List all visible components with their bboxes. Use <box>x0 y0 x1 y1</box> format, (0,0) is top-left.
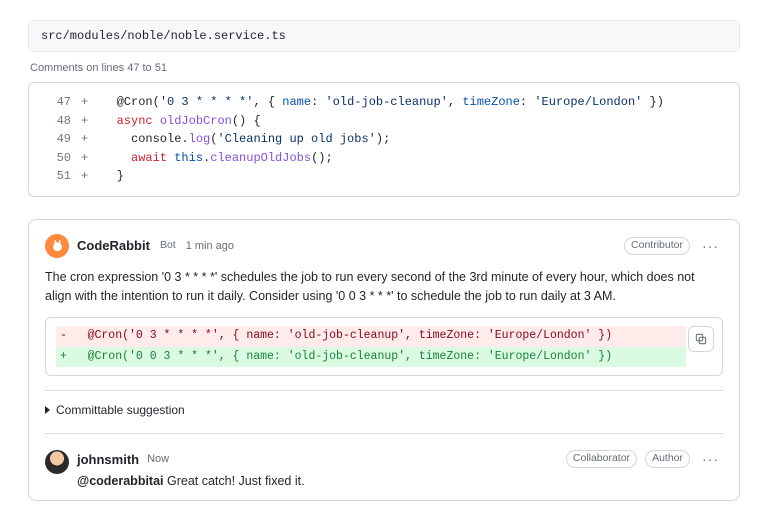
code-line: 50+ await this.cleanupOldJobs(); <box>37 149 731 168</box>
review-card: CodeRabbit Bot 1 min ago Contributor ···… <box>28 219 740 501</box>
diff-added-line: + @Cron('0 0 3 * * *', { name: 'old-job-… <box>56 347 686 367</box>
reply-mention[interactable]: @coderabbitai <box>77 474 164 488</box>
file-path: src/modules/noble/noble.service.ts <box>41 29 286 43</box>
code-line: 51+ } <box>37 167 731 186</box>
divider <box>45 390 723 391</box>
copy-icon <box>694 332 708 346</box>
review-header: CodeRabbit Bot 1 min ago Contributor ··· <box>45 234 723 258</box>
file-path-header[interactable]: src/modules/noble/noble.service.ts <box>28 20 740 52</box>
collaborator-badge: Collaborator <box>566 450 637 468</box>
caret-right-icon <box>45 406 50 414</box>
diff-deleted-line: - @Cron('0 3 * * * *', { name: 'old-job-… <box>56 326 686 346</box>
code-line: 49+ console.log('Cleaning up old jobs'); <box>37 130 731 149</box>
review-body-text: The cron expression '0 3 * * * *' schedu… <box>45 268 723 306</box>
reply-body: @coderabbitai Great catch! Just fixed it… <box>77 474 723 488</box>
code-line: 48+ async oldJobCron() { <box>37 112 731 131</box>
bot-badge: Bot <box>158 239 178 253</box>
comment-range-label: Comments on lines 47 to 51 <box>30 62 738 74</box>
review-timestamp: 1 min ago <box>186 240 234 252</box>
committable-suggestion-toggle[interactable]: Committable suggestion <box>45 403 723 417</box>
reply-timestamp: Now <box>147 453 169 465</box>
user-avatar[interactable] <box>45 450 69 474</box>
reply-author[interactable]: johnsmith <box>77 452 139 467</box>
reply-more-button[interactable]: ··· <box>698 451 723 467</box>
committable-label: Committable suggestion <box>56 403 185 417</box>
copy-suggestion-button[interactable] <box>688 326 714 352</box>
reply-comment: johnsmith Now Collaborator Author ··· @c… <box>45 446 723 488</box>
code-diff-block: 47+ @Cron('0 3 * * * *', { name: 'old-jo… <box>28 82 740 197</box>
code-line: 47+ @Cron('0 3 * * * *', { name: 'old-jo… <box>37 93 731 112</box>
reply-header: johnsmith Now Collaborator Author ··· <box>77 450 723 468</box>
review-author[interactable]: CodeRabbit <box>77 238 150 253</box>
divider <box>45 433 723 434</box>
author-badge: Author <box>645 450 690 468</box>
suggestion-diff: - @Cron('0 3 * * * *', { name: 'old-job-… <box>45 317 723 376</box>
reply-text: Great catch! Just fixed it. <box>164 474 305 488</box>
rabbit-icon <box>50 238 65 253</box>
review-more-button[interactable]: ··· <box>698 238 723 254</box>
contributor-badge: Contributor <box>624 237 690 255</box>
coderabbit-avatar[interactable] <box>45 234 69 258</box>
